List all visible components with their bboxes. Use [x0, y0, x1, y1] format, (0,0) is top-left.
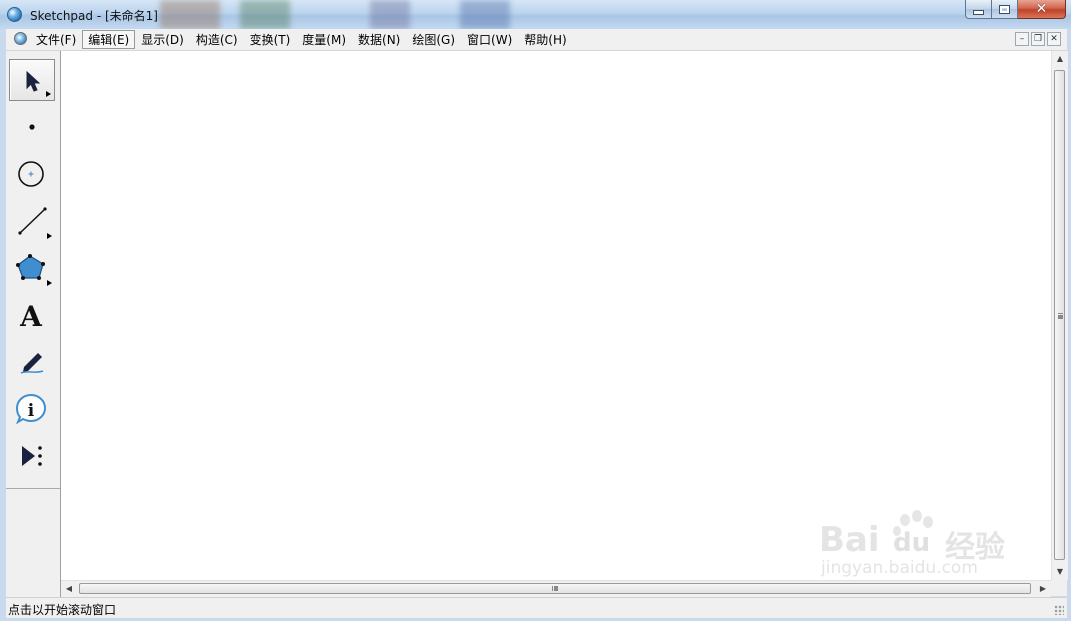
- toolbox: A i: [6, 51, 61, 597]
- watermark-url: jingyan.baidu.com: [821, 558, 978, 578]
- compass-circle-icon: [18, 161, 44, 187]
- tool-menu-indicator: [47, 233, 52, 239]
- tool-menu-indicator: [46, 91, 51, 97]
- minimize-button[interactable]: [965, 0, 992, 19]
- menu-item[interactable]: 帮助(H): [518, 30, 572, 49]
- background-blur: [460, 0, 510, 29]
- text-icon: A: [19, 300, 43, 333]
- menu-item[interactable]: 窗口(W): [461, 30, 518, 49]
- vertical-scroll-thumb[interactable]: [1054, 70, 1065, 560]
- menu-item[interactable]: 文件(F): [30, 30, 82, 49]
- scroll-right-button[interactable]: ▶: [1035, 581, 1051, 597]
- sketchpad-window: Sketchpad - [未命名1] ✕ 文件(F) 编辑(E) 显示(D) 构造(C…: [0, 0, 1071, 621]
- resize-grip-icon[interactable]: [1054, 605, 1064, 615]
- scroll-grip-icon: [1058, 313, 1063, 315]
- window-title: Sketchpad - [未命名1]: [30, 9, 158, 23]
- horizontal-scrollbar[interactable]: ◀ ▶: [61, 580, 1051, 597]
- close-button[interactable]: ✕: [1018, 0, 1066, 19]
- status-bar: 点击以开始滚动窗口: [6, 597, 1067, 618]
- vertical-scrollbar[interactable]: ▲ ▼: [1051, 51, 1068, 580]
- menu-item[interactable]: 度量(M): [296, 30, 352, 49]
- scroll-left-button[interactable]: ◀: [61, 581, 77, 597]
- window-controls: ✕: [965, 0, 1066, 19]
- app-icon[interactable]: [7, 7, 22, 22]
- straightedge-tool[interactable]: [9, 200, 55, 242]
- background-blur: [240, 0, 290, 29]
- maximize-icon: [999, 4, 1010, 14]
- watermark-brand: Bai: [819, 520, 880, 560]
- toolbox-separator: [6, 488, 60, 489]
- background-blur: [370, 0, 410, 29]
- menu-item[interactable]: 构造(C): [190, 30, 244, 49]
- document-window-controls: – ❐ ✕: [1015, 32, 1061, 46]
- menu-items: 文件(F) 编辑(E) 显示(D) 构造(C) 变换(T) 度量(M) 数据(N) 绘图(G)…: [30, 29, 573, 50]
- scroll-up-button[interactable]: ▲: [1052, 51, 1068, 67]
- marker-tool[interactable]: [9, 341, 55, 383]
- information-tool[interactable]: i: [9, 388, 55, 430]
- background-blur: [160, 0, 220, 29]
- watermark-brand-du: du: [893, 528, 931, 558]
- minimize-icon: [973, 9, 984, 15]
- marker-icon: [20, 353, 44, 374]
- menu-item[interactable]: 编辑(E): [82, 30, 136, 49]
- menu-bar: 文件(F) 编辑(E) 显示(D) 构造(C) 变换(T) 度量(M) 数据(N) 绘图(G)…: [6, 29, 1067, 51]
- menu-item[interactable]: 数据(N): [352, 30, 406, 49]
- sketch-canvas[interactable]: Bai du 经验 jingyan.baidu.com: [61, 51, 1051, 580]
- point-tool[interactable]: [9, 106, 55, 148]
- menu-item[interactable]: 显示(D): [135, 30, 190, 49]
- selection-arrow-tool[interactable]: [9, 59, 55, 101]
- maximize-button[interactable]: [992, 0, 1018, 19]
- document-icon[interactable]: [14, 32, 27, 45]
- text-tool[interactable]: A: [9, 294, 55, 336]
- tool-menu-indicator: [47, 280, 52, 286]
- polygon-tool[interactable]: [9, 247, 55, 289]
- horizontal-scroll-thumb[interactable]: [79, 583, 1031, 594]
- compass-tool[interactable]: [9, 153, 55, 195]
- scroll-grip-icon: [552, 586, 554, 591]
- information-icon: i: [15, 393, 47, 425]
- watermark: Bai du 经验 jingyan.baidu.com: [819, 506, 1049, 578]
- title-bar[interactable]: Sketchpad - [未命名1] ✕: [0, 0, 1071, 29]
- menu-item[interactable]: 变换(T): [244, 30, 297, 49]
- close-icon: ✕: [1035, 1, 1048, 17]
- document-restore-button[interactable]: ❐: [1031, 32, 1045, 46]
- status-text: 点击以开始滚动窗口: [8, 603, 117, 617]
- document-close-button[interactable]: ✕: [1047, 32, 1061, 46]
- scroll-down-button[interactable]: ▼: [1052, 564, 1068, 580]
- document-minimize-button[interactable]: –: [1015, 32, 1029, 46]
- custom-tool[interactable]: [9, 435, 55, 477]
- menu-item[interactable]: 绘图(G): [406, 30, 461, 49]
- point-icon: [29, 124, 35, 130]
- custom-tool-icon: [22, 446, 42, 466]
- svg-text:A: A: [19, 300, 43, 333]
- scrollbar-corner: [1051, 580, 1067, 596]
- svg-text:i: i: [28, 401, 35, 421]
